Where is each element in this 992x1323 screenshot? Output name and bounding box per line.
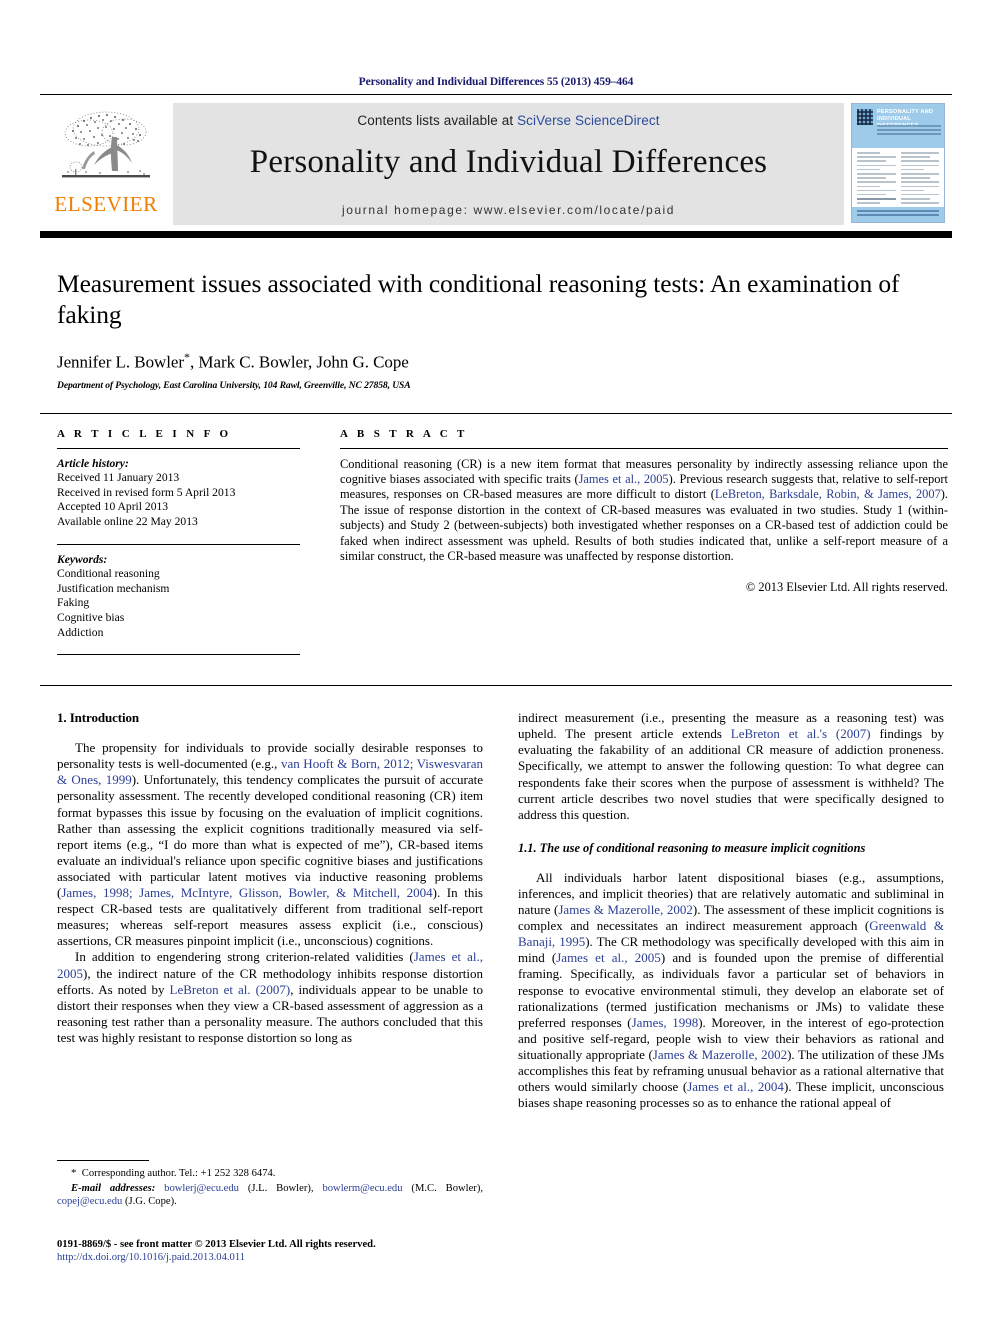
history-item: Accepted 10 April 2013: [57, 500, 169, 514]
left-column: 1. Introduction The propensity for indiv…: [57, 710, 483, 1111]
paragraph: The propensity for individuals to provid…: [57, 740, 483, 949]
article-info-heading: A R T I C L E I N F O: [57, 427, 232, 440]
citation-link[interactable]: LeBreton et al.'s (2007): [731, 726, 871, 741]
keyword-item: Justification mechanism: [57, 581, 170, 595]
info-abstract-row: A R T I C L E I N F O Article history: R…: [57, 428, 948, 664]
paragraph: indirect measurement (i.e., presenting t…: [518, 710, 944, 823]
keyword-item: Cognitive bias: [57, 611, 125, 624]
paragraph: In addition to engendering strong criter…: [57, 949, 483, 1046]
keywords-label: Keywords:: [57, 552, 108, 566]
abstract-column: A B S T R A C T Conditional reasoning (C…: [340, 428, 948, 664]
email-owner: (J.G. Cope).: [122, 1196, 177, 1208]
history-item: Received in revised form 5 April 2013: [57, 485, 236, 499]
email-link[interactable]: copej@ecu.edu: [57, 1196, 122, 1207]
info-bottom-rule: [40, 685, 952, 687]
email-link[interactable]: bowlerm@ecu.edu: [322, 1183, 402, 1194]
article-page: Personality and Individual Differences 5…: [0, 0, 992, 1323]
info-top-rule: [40, 412, 952, 414]
journal-homepage[interactable]: journal homepage: www.elsevier.com/locat…: [342, 203, 675, 217]
text-seg: ). Unfortunately, this tendency complica…: [57, 772, 483, 901]
journal-title: Personality and Individual Differences: [249, 144, 768, 180]
citation-link[interactable]: LeBreton et al. (2007): [170, 982, 291, 997]
body-columns: 1. Introduction The propensity for indiv…: [57, 710, 948, 1111]
cover-subtitle-lines: [877, 125, 941, 137]
page-footer: 0191-8869/$ - see front matter © 2013 El…: [57, 1238, 507, 1265]
author-rest: , Mark C. Bowler, John G. Cope: [190, 352, 409, 372]
issn-line: 0191-8869/$ - see front matter © 2013 El…: [57, 1239, 376, 1250]
title-block: Measurement issues associated with condi…: [57, 268, 937, 391]
sciencedirect-link[interactable]: SciVerse ScienceDirect: [517, 113, 660, 128]
cover-body: [852, 148, 944, 210]
abstract-heading: A B S T R A C T: [340, 427, 468, 440]
info-divider-2: [57, 543, 300, 545]
citation-link[interactable]: James, 1998; James, McIntyre, Glisson, B…: [61, 885, 432, 900]
article-info-column: A R T I C L E I N F O Article history: R…: [57, 428, 312, 664]
cover-footer: [852, 207, 944, 222]
contents-line: Contents lists available at SciVerse Sci…: [357, 113, 659, 128]
abstract-copyright: © 2013 Elsevier Ltd. All rights reserved…: [745, 579, 948, 594]
abstract-divider: [340, 447, 948, 449]
corresponding-text: Corresponding author. Tel.: +1 252 328 6…: [81, 1168, 276, 1179]
email-note: E-mail addresses: bowlerj@ecu.edu (J.L. …: [57, 1182, 483, 1208]
right-column: indirect measurement (i.e., presenting t…: [518, 710, 944, 1111]
header-rule: [40, 94, 952, 95]
info-divider-3: [57, 654, 300, 656]
corresponding-author-note: * Corresponding author. Tel.: +1 252 328…: [57, 1167, 483, 1180]
elsevier-tree-icon: [62, 111, 150, 178]
email-owner: (M.C. Bowler),: [402, 1183, 484, 1195]
elsevier-logo: ELSEVIER: [40, 103, 172, 225]
citation-link[interactable]: James et al., 2005: [556, 950, 661, 965]
running-head: Personality and Individual Differences 5…: [358, 76, 634, 88]
keyword-item: Addiction: [57, 625, 104, 639]
asterisk-icon: *: [71, 1167, 77, 1179]
citation-link[interactable]: James, 1998: [632, 1015, 699, 1030]
keywords-block: Keywords: Conditional reasoning Justific…: [57, 553, 312, 641]
elsevier-wordmark: ELSEVIER: [54, 192, 158, 216]
citation-link[interactable]: James & Mazerolle, 2002: [558, 902, 693, 917]
article-history: Article history: Received 11 January 201…: [57, 457, 312, 530]
email-owner: (J.L. Bowler),: [238, 1183, 323, 1195]
section-heading-introduction: 1. Introduction: [57, 710, 140, 726]
masthead-black-bar: [40, 231, 952, 238]
history-item: Available online 22 May 2013: [57, 515, 198, 529]
citation-link[interactable]: James & Mazerolle, 2002: [653, 1047, 787, 1062]
keyword-item: Faking: [57, 596, 90, 610]
cover-header: PERSONALITY AND INDIVIDUAL DIFFERENCES: [852, 104, 944, 148]
author-list: Jennifer L. Bowler*, Mark C. Bowler, Joh…: [57, 350, 937, 373]
text-seg: In addition to engendering strong criter…: [75, 949, 414, 965]
doi-link[interactable]: http://dx.doi.org/10.1016/j.paid.2013.04…: [57, 1251, 507, 1264]
footnote-rule: [57, 1160, 149, 1161]
email-link[interactable]: bowlerj@ecu.edu: [164, 1183, 239, 1194]
citation-link[interactable]: James et al., 2004: [687, 1079, 784, 1094]
article-title: Measurement issues associated with condi…: [57, 269, 900, 329]
citation-link[interactable]: LeBreton, Barksdale, Robin, & James, 200…: [715, 487, 941, 501]
cover-image: PERSONALITY AND INDIVIDUAL DIFFERENCES: [851, 103, 945, 223]
email-label: E-mail addresses:: [71, 1183, 156, 1195]
subsection-heading: 1.1. The use of conditional reasoning to…: [518, 840, 866, 855]
journal-cover-thumbnail: PERSONALITY AND INDIVIDUAL DIFFERENCES: [844, 103, 952, 225]
affiliation: Department of Psychology, East Carolina …: [57, 379, 411, 391]
history-label: Article history:: [57, 456, 129, 470]
author-first: Jennifer L. Bowler: [57, 352, 185, 372]
contents-prefix: Contents lists available at: [357, 113, 518, 128]
history-item: Received 11 January 2013: [57, 471, 180, 485]
paragraph: All individuals harbor latent dispositio…: [518, 870, 944, 1111]
cover-qr-icon: [857, 109, 873, 125]
journal-band: Contents lists available at SciVerse Sci…: [172, 103, 844, 225]
journal-masthead: ELSEVIER Contents lists available at Sci…: [40, 103, 952, 225]
citation-link[interactable]: James et al., 2005: [579, 472, 669, 486]
footnote-block: * Corresponding author. Tel.: +1 252 328…: [57, 1160, 483, 1209]
abstract-text: Conditional reasoning (CR) is a new item…: [340, 457, 948, 565]
keyword-item: Conditional reasoning: [57, 567, 160, 581]
info-divider-1: [57, 447, 300, 449]
